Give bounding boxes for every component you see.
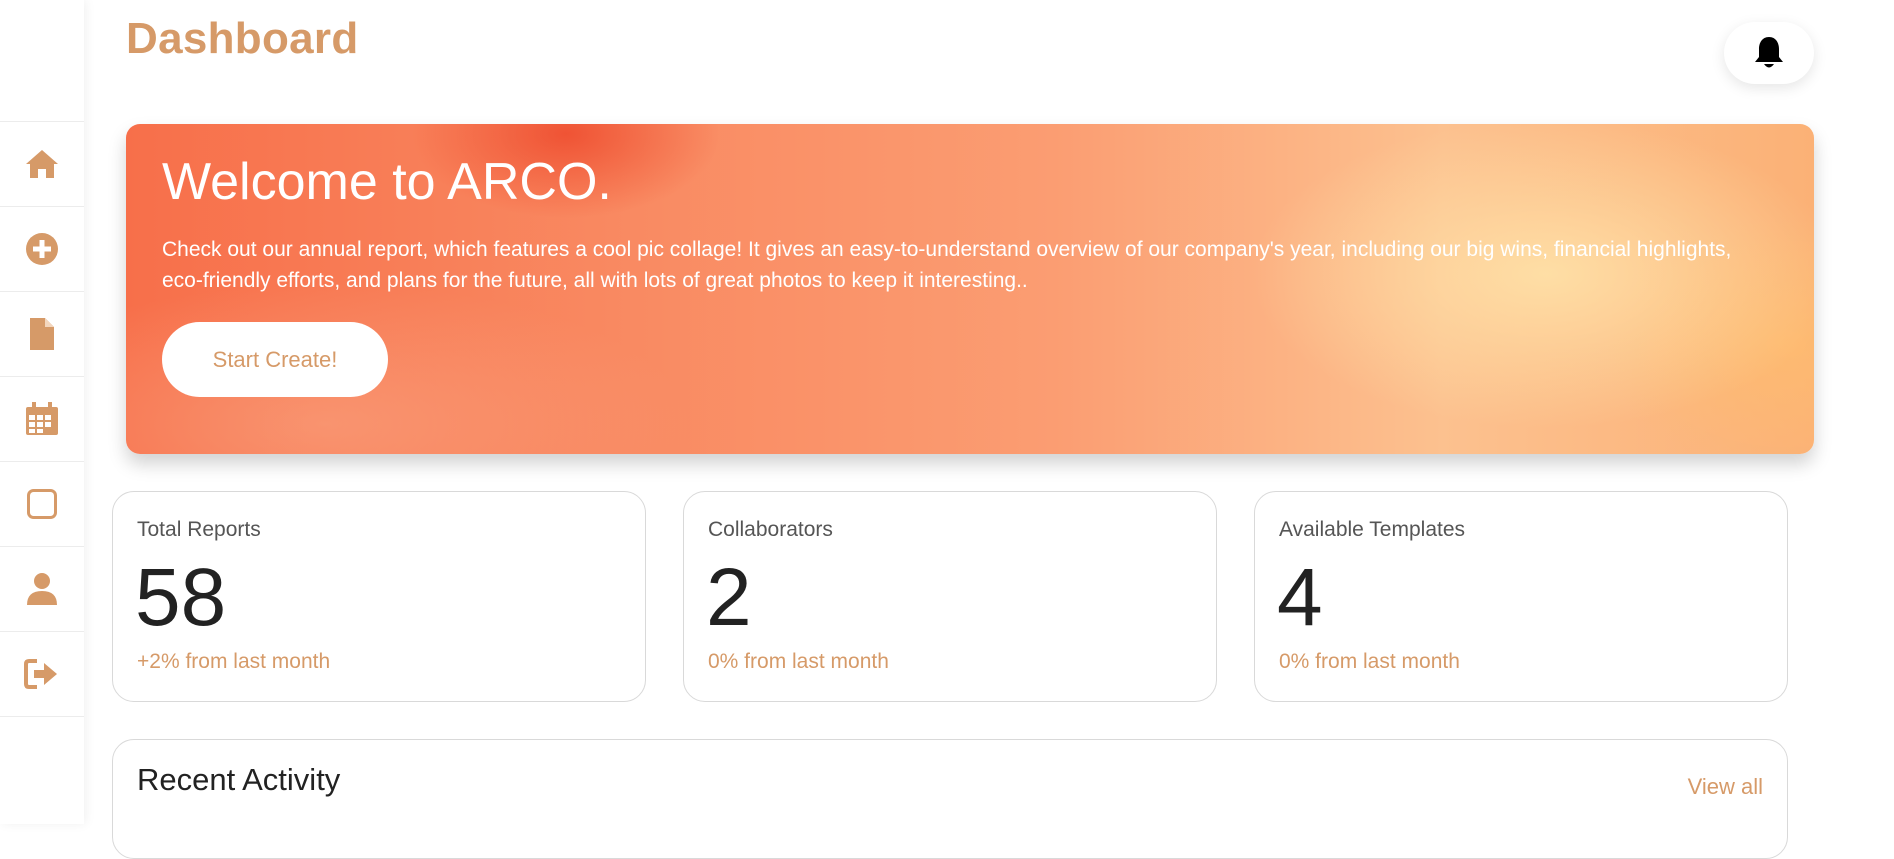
recent-activity-title: Recent Activity (137, 762, 341, 797)
sidebar-item-profile[interactable] (0, 547, 84, 632)
stat-value: 4 (1277, 552, 1323, 643)
bell-icon (1755, 37, 1783, 68)
stat-card-collaborators: Collaborators 2 0% from last month (683, 491, 1217, 702)
home-icon (26, 150, 58, 178)
sidebar-item-logout[interactable] (0, 632, 84, 717)
sidebar-item-reports[interactable] (0, 292, 84, 377)
file-icon (30, 318, 54, 350)
sidebar-nav (0, 121, 84, 717)
calendar-icon (26, 402, 58, 435)
stat-card-total-reports: Total Reports 58 +2% from last month (112, 491, 646, 702)
plus-circle-icon (26, 233, 58, 265)
page-title: Dashboard (126, 14, 359, 63)
sidebar (0, 0, 84, 824)
stat-delta: +2% from last month (137, 650, 331, 673)
stat-delta: 0% from last month (708, 650, 889, 673)
sidebar-item-calendar[interactable] (0, 377, 84, 462)
sign-out-icon (24, 659, 57, 689)
stat-value: 2 (706, 552, 752, 643)
stat-label: Available Templates (1279, 518, 1466, 541)
stat-delta: 0% from last month (1279, 650, 1460, 673)
sidebar-item-home[interactable] (0, 122, 84, 207)
square-icon (27, 489, 57, 519)
stat-label: Total Reports (137, 518, 261, 541)
stat-label: Collaborators (708, 518, 833, 541)
stat-card-available-templates: Available Templates 4 0% from last month (1254, 491, 1788, 702)
sidebar-item-templates[interactable] (0, 462, 84, 547)
banner-title: Welcome to ARCO. (162, 153, 612, 211)
banner-description: Check out our annual report, which featu… (162, 238, 1732, 292)
welcome-banner: Welcome to ARCO. Check out our annual re… (126, 124, 1814, 454)
notifications-button[interactable] (1724, 22, 1814, 84)
start-create-button[interactable]: Start Create! (162, 322, 388, 397)
recent-activity-card: Recent Activity View all (112, 739, 1788, 859)
stat-value: 58 (135, 552, 227, 643)
view-all-link[interactable]: View all (1688, 774, 1763, 800)
sidebar-item-create[interactable] (0, 207, 84, 292)
user-icon (27, 573, 57, 605)
main-content: Dashboard Welcome to ARCO. Check out our… (84, 0, 1894, 859)
